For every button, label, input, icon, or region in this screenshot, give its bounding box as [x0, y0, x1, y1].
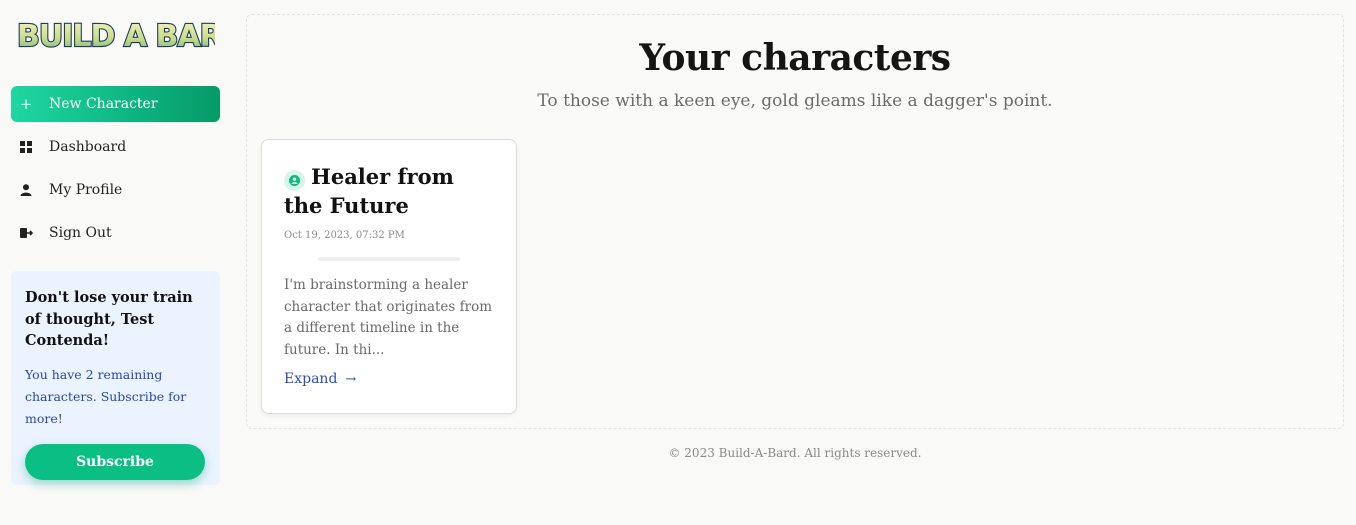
card-excerpt: I'm brainstorming a healer character tha… — [284, 277, 493, 358]
sidebar-item-label: Sign Out — [49, 225, 112, 241]
footer: © 2023 Build-A-Bard. All rights reserved… — [668, 446, 922, 460]
new-character-label: New Character — [49, 96, 158, 112]
avatar-icon — [284, 170, 305, 191]
user-icon — [19, 183, 33, 197]
card-date: Oct 19, 2023, 07:32 PM — [284, 230, 405, 241]
page-subtitle: To those with a keen eye, gold gleams li… — [537, 91, 1053, 111]
subscription-promo: Don't lose your train of thought, Test C… — [11, 271, 220, 485]
page-title: Your characters — [639, 37, 951, 79]
card-title-row: Healer from the Future — [284, 162, 494, 220]
sidebar-item-dashboard[interactable]: Dashboard — [11, 129, 220, 165]
svg-text:BUILD A BARD: BUILD A BARD — [17, 19, 215, 54]
promo-title: Don't lose your train of thought, Test C… — [25, 289, 193, 349]
sidebar-item-label: My Profile — [49, 182, 123, 198]
sidebar-item-label: Dashboard — [49, 139, 127, 155]
grid-icon — [19, 140, 33, 154]
sidebar: BUILD A BARD + New Character Dashboard M… — [11, 12, 220, 485]
arrow-right-icon: → — [345, 371, 357, 387]
plus-icon: + — [19, 95, 33, 113]
sidebar-item-sign-out[interactable]: Sign Out — [11, 215, 220, 251]
expand-label: Expand — [284, 371, 338, 387]
new-character-button[interactable]: + New Character — [11, 86, 220, 122]
promo-text: You have 2 remaining characters. Subscri… — [25, 366, 187, 426]
expand-link[interactable]: Expand → — [284, 371, 356, 387]
subscribe-button[interactable]: Subscribe — [25, 443, 205, 480]
sidebar-nav: + New Character Dashboard My Profile Sig… — [11, 86, 220, 251]
character-card[interactable]: Healer from the Future Oct 19, 2023, 07:… — [261, 139, 517, 414]
card-divider — [318, 257, 460, 261]
card-title: Healer from the Future — [284, 164, 454, 218]
build-a-bard-logo[interactable]: BUILD A BARD — [15, 12, 215, 56]
main-content: Your characters To those with a keen eye… — [246, 14, 1344, 429]
sign-out-icon — [19, 226, 33, 240]
sidebar-item-my-profile[interactable]: My Profile — [11, 172, 220, 208]
